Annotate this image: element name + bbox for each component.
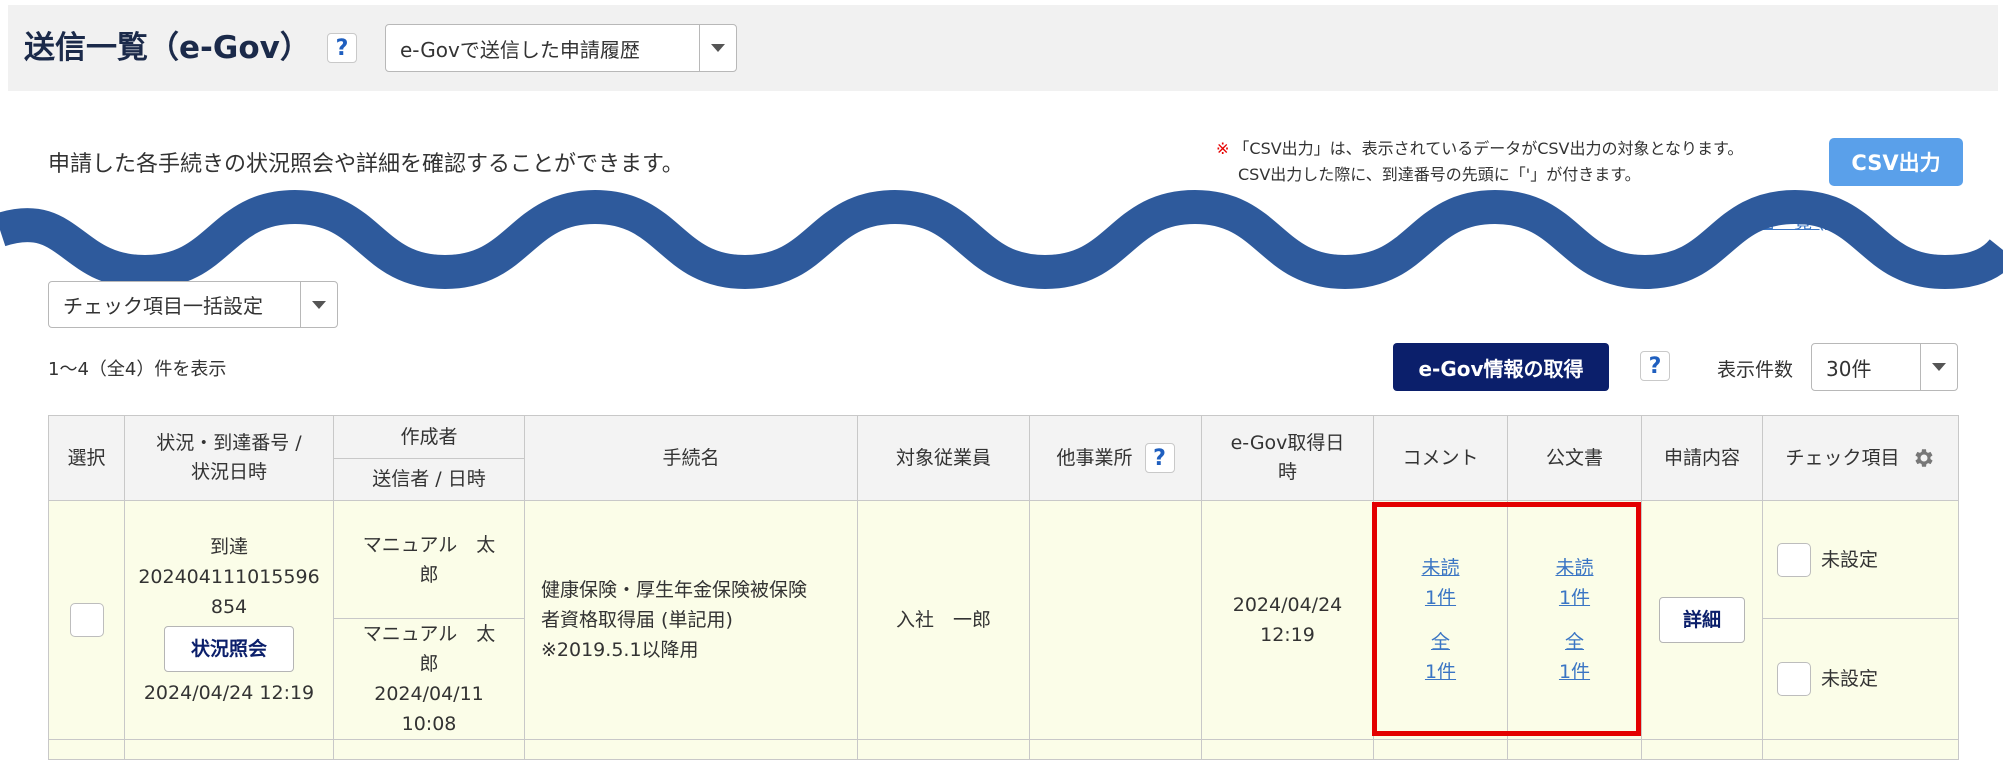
col-other-office-label: 他事業所: [1056, 446, 1133, 469]
note-mark: ※: [1216, 139, 1230, 158]
row-procedure-line1: 健康保険・厚生年金保険被保険: [541, 579, 808, 601]
doc-all-label[interactable]: 全: [1508, 627, 1641, 657]
row-egov-date: 2024/04/24: [1232, 594, 1343, 616]
doc-unread-link[interactable]: 未読 1件: [1508, 553, 1641, 613]
col-egov-date-line2: 時: [1277, 461, 1297, 483]
col-creator: 作成者: [333, 415, 525, 459]
bulk-check-select[interactable]: チェック項目一括設定: [48, 281, 338, 328]
comment-unread-count[interactable]: 1件: [1374, 583, 1507, 613]
col-sender: 送信者 / 日時: [333, 458, 525, 501]
doc-all-link[interactable]: 全 1件: [1508, 627, 1641, 687]
col-egov-date-line1: e-Gov取得日: [1230, 432, 1345, 454]
chevron-down-icon: [1920, 344, 1957, 390]
row-select-cell: [48, 500, 125, 740]
col-comment: コメント: [1373, 415, 1508, 501]
doc-unread-label[interactable]: 未読: [1508, 553, 1641, 583]
table-row: [48, 739, 1959, 760]
result-count: 1～4（全4）件を表示: [48, 359, 227, 380]
row-egov-date-cell: 2024/04/24 12:19: [1201, 500, 1374, 740]
help-icon[interactable]: ?: [327, 33, 357, 63]
history-select-value: e-Govで送信した申請履歴: [400, 37, 640, 62]
row-other-office: [1029, 500, 1202, 740]
col-employee: 対象従業員: [857, 415, 1030, 501]
row-creator-line1: マニュアル 太: [362, 533, 496, 556]
row-status-cell: 到達 202404111015596 854 状況照会 2024/04/24 1…: [124, 500, 334, 740]
comment-all-count[interactable]: 1件: [1374, 657, 1507, 687]
comment-all-label[interactable]: 全: [1374, 627, 1507, 657]
gear-icon[interactable]: [1912, 446, 1936, 470]
csv-export-button[interactable]: CSV出力: [1829, 138, 1963, 186]
comment-unread-label[interactable]: 未読: [1374, 553, 1507, 583]
help-icon[interactable]: ?: [1144, 443, 1175, 473]
row-creator-line2: 郎: [419, 563, 439, 586]
col-status-line1: 状況・到達番号 /: [156, 432, 302, 454]
row-sender-line1: マニュアル 太: [362, 623, 496, 645]
status-inquiry-button[interactable]: 状況照会: [164, 626, 294, 672]
col-procedure: 手続名: [524, 415, 858, 501]
col-status-line2: 状況日時: [190, 461, 267, 483]
row-status: 到達: [209, 536, 248, 558]
chevron-down-icon: [300, 282, 337, 327]
col-check-items-label: チェック項目: [1785, 446, 1900, 469]
row-employee: 入社 一郎: [857, 500, 1030, 740]
row-egov-time: 12:19: [1260, 624, 1315, 646]
display-count-select[interactable]: 30件: [1811, 343, 1958, 391]
row-status-datetime: 2024/04/24 12:19: [143, 682, 315, 704]
row-select-checkbox[interactable]: [69, 603, 104, 637]
comment-all-link[interactable]: 全 1件: [1374, 627, 1507, 687]
chevron-down-icon: [699, 25, 736, 71]
col-other-office: 他事業所 ?: [1029, 415, 1202, 501]
col-check-items: チェック項目: [1762, 415, 1959, 501]
doc-all-count[interactable]: 1件: [1508, 657, 1641, 687]
page-description: 申請した各手続きの状況照会や詳細を確認することができます。: [48, 152, 684, 177]
row-procedure-line2: 者資格取得届 (単記用): [541, 609, 733, 631]
row-comment-cell: 未読 1件 全 1件: [1373, 500, 1508, 740]
row-sender-cell: マニュアル 太 郎 2024/04/11 10:08: [333, 618, 525, 740]
row-arrival-no-line2: 854: [210, 596, 248, 618]
csv-note: ※ 「CSV出力」は、表示されているデータがCSV出力の対象となります。 CSV出…: [1216, 136, 1743, 188]
row-procedure-line3: ※2019.5.1以降用: [541, 639, 699, 661]
submission-table: 選択 状況・到達番号 / 状況日時 作成者 手続名 対象従業員 他事業所 ? e…: [48, 415, 1959, 760]
check-item-2-label: 未設定: [1821, 668, 1879, 690]
row-sender-date: 2024/04/11: [374, 683, 484, 705]
check-item-1-label: 未設定: [1821, 548, 1879, 571]
csv-note-line2: CSV出力した際に、到達番号の先頭に「'」が付きます。: [1238, 165, 1641, 184]
row-sender-line2: 郎: [419, 653, 439, 675]
col-select: 選択: [48, 415, 125, 501]
col-status: 状況・到達番号 / 状況日時: [124, 415, 334, 501]
check-item-1-checkbox[interactable]: [1777, 542, 1811, 577]
row-sender-time: 10:08: [401, 713, 457, 735]
egov-fetch-button[interactable]: e-Gov情報の取得: [1393, 343, 1609, 391]
check-item-2-checkbox[interactable]: [1777, 662, 1811, 696]
detail-button[interactable]: 詳細: [1659, 597, 1745, 643]
row-creator-cell: マニュアル 太 郎: [333, 500, 525, 619]
col-public-doc: 公文書: [1507, 415, 1642, 501]
table-row: 到達 202404111015596 854 状況照会 2024/04/24 1…: [48, 500, 1959, 740]
comment-unread-link[interactable]: 未読 1件: [1374, 553, 1507, 613]
display-count-value: 30件: [1826, 356, 1872, 381]
col-egov-date: e-Gov取得日 時: [1201, 415, 1374, 501]
bulk-check-value: チェック項目一括設定: [63, 294, 263, 318]
help-icon[interactable]: ?: [1640, 351, 1670, 381]
row-application-cell: 詳細: [1641, 500, 1763, 740]
col-application: 申請内容: [1641, 415, 1763, 501]
row-check-cell-1: 未設定: [1762, 500, 1959, 619]
page-title: 送信一覧（e-Gov）: [24, 30, 311, 66]
doc-unread-count[interactable]: 1件: [1508, 583, 1641, 613]
row-procedure-cell: 健康保険・厚生年金保険被保険 者資格取得届 (単記用) ※2019.5.1以降用: [524, 500, 858, 740]
csv-note-line1: 「CSV出力」は、表示されているデータがCSV出力の対象となります。: [1233, 139, 1744, 158]
display-count-label: 表示件数: [1717, 359, 1794, 381]
row-public-doc-cell: 未読 1件 全 1件: [1507, 500, 1642, 740]
row-arrival-no-line1: 202404111015596: [138, 566, 320, 588]
history-select[interactable]: e-Govで送信した申請履歴: [385, 24, 737, 72]
row-check-cell-2: 未設定: [1762, 618, 1959, 740]
